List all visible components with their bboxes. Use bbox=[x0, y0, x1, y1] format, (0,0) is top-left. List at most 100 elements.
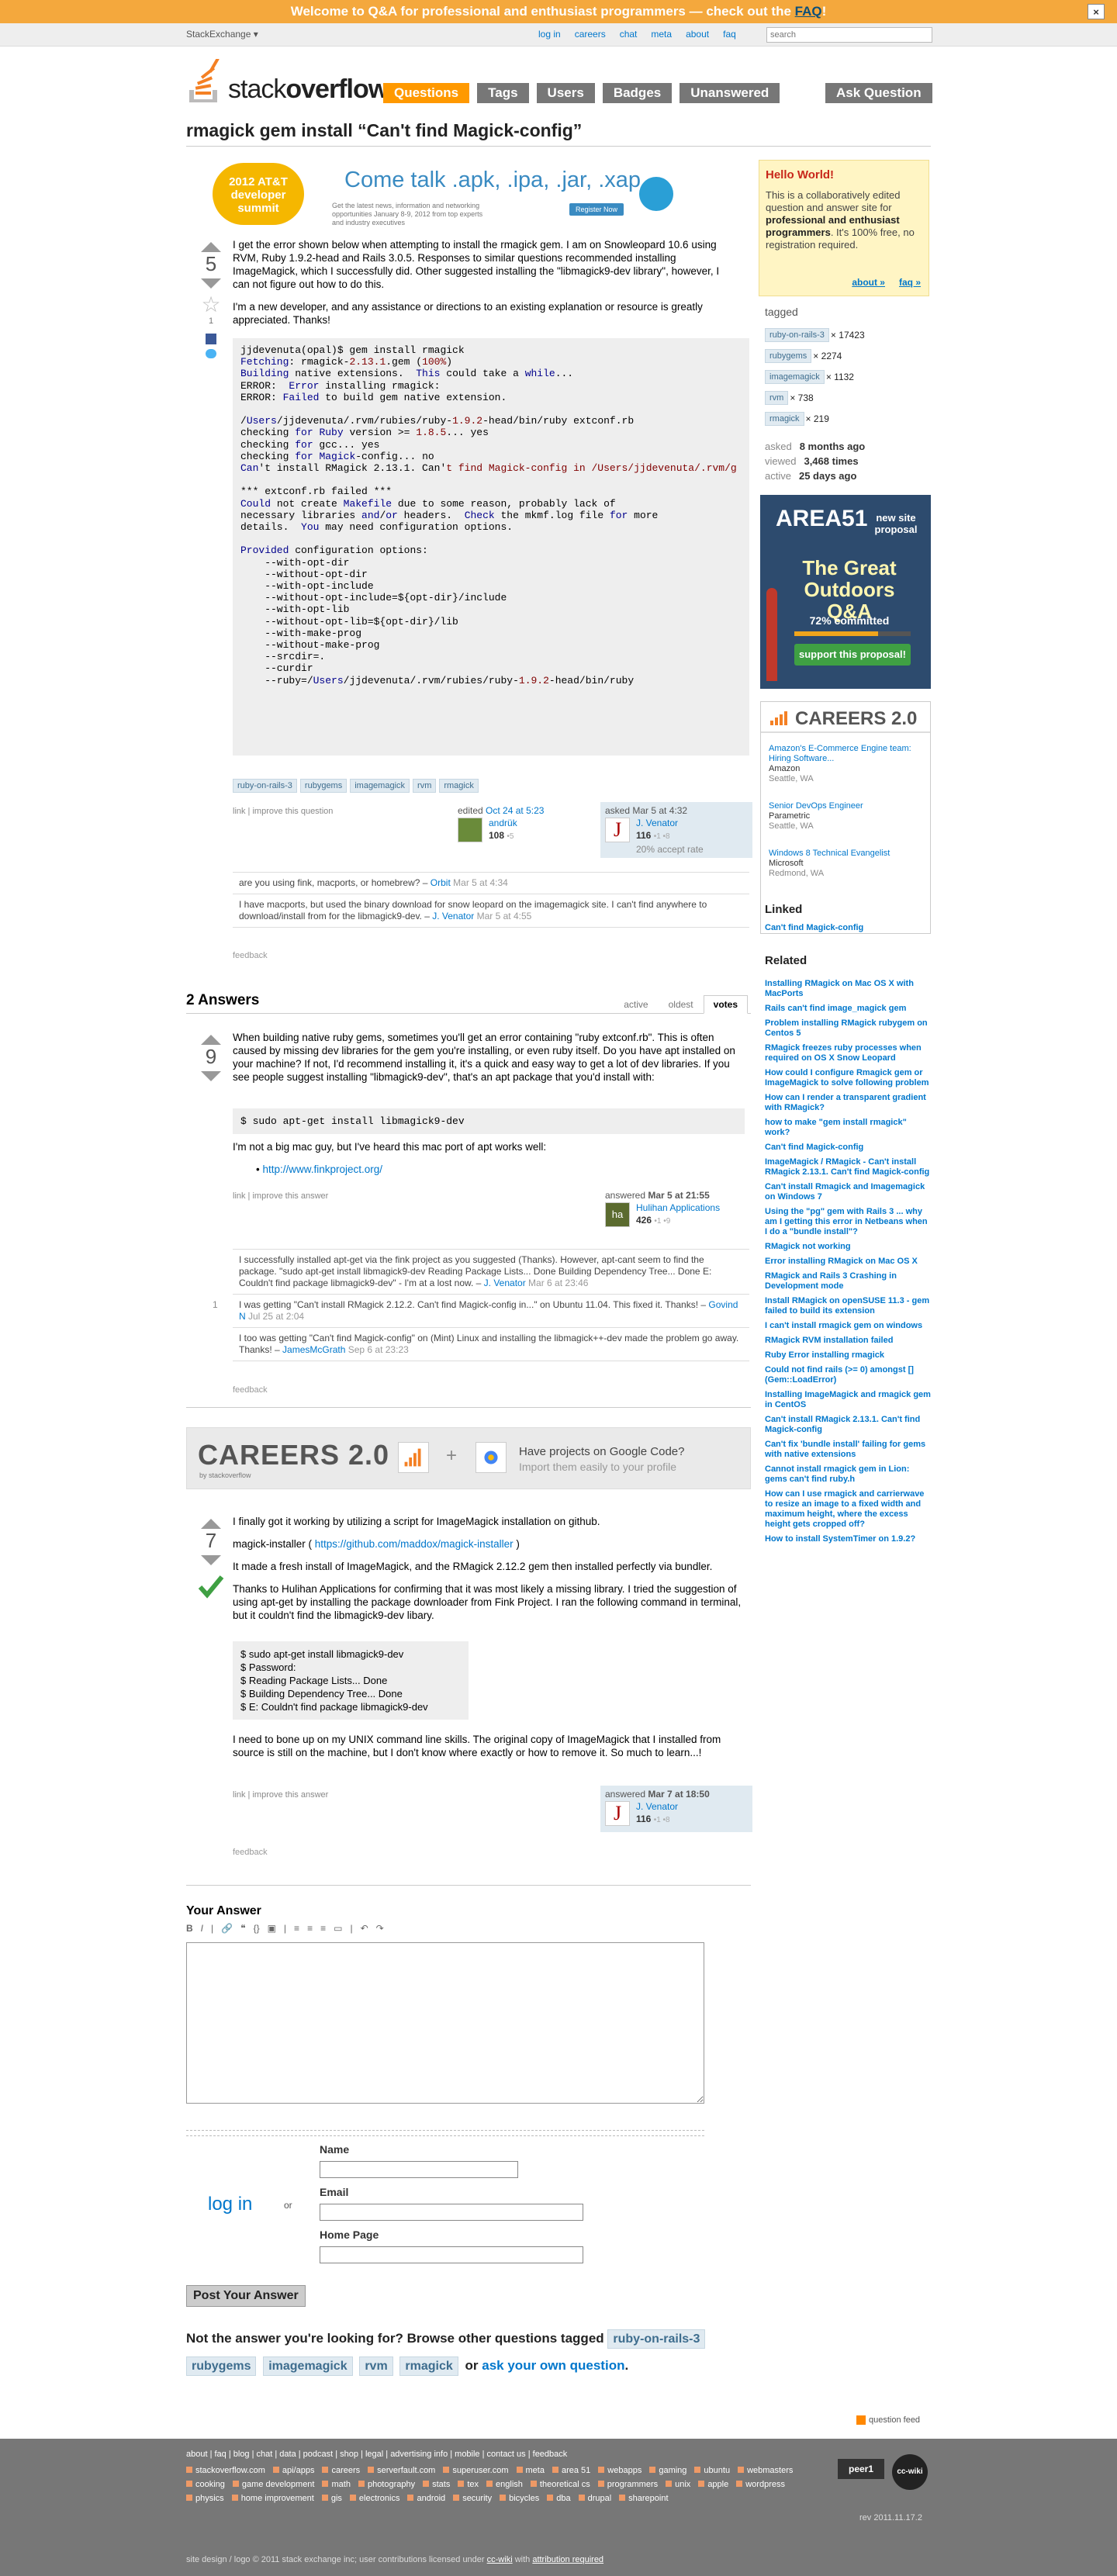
vote-down-icon[interactable] bbox=[201, 1555, 221, 1565]
related-question-link[interactable]: RMagick RVM installation failed bbox=[765, 1336, 931, 1346]
related-question-link[interactable]: ImageMagick / RMagick - Can't install RM… bbox=[765, 1157, 931, 1177]
related-question-link[interactable]: Can't find Magick-config bbox=[765, 1143, 931, 1153]
tag-rvm[interactable]: rvm bbox=[359, 2356, 393, 2376]
footer-site-name[interactable]: stats bbox=[432, 2480, 450, 2489]
footer-site-link[interactable]: tex bbox=[458, 2480, 479, 2489]
answer1-avatar[interactable]: ha bbox=[605, 1202, 630, 1227]
login-link[interactable]: log in bbox=[538, 29, 561, 40]
site-logo[interactable]: stackoverflow bbox=[186, 57, 389, 105]
edited-date[interactable]: Oct 24 at 5:23 bbox=[486, 805, 544, 816]
sidebar-tag[interactable]: imagemagick bbox=[765, 369, 825, 384]
related-question-link[interactable]: RMagick not working bbox=[765, 1242, 931, 1252]
footer-site-name[interactable]: photography bbox=[368, 2480, 415, 2489]
footer-site-name[interactable]: api/apps bbox=[282, 2466, 315, 2475]
footer-site-name[interactable]: programmers bbox=[607, 2480, 658, 2489]
answer2-feedback-link[interactable]: feedback bbox=[233, 1848, 268, 1857]
footer-site-link[interactable]: theoretical cs bbox=[530, 2480, 590, 2489]
footer-site-name[interactable]: unix bbox=[675, 2480, 690, 2489]
tag-imagemagick[interactable]: imagemagick bbox=[350, 779, 410, 793]
related-question-link[interactable]: Can't install Rmagick and Imagemagick on… bbox=[765, 1182, 931, 1202]
sidebar-tag[interactable]: rubygems bbox=[765, 348, 812, 363]
footer-site-link[interactable]: photography bbox=[358, 2480, 415, 2489]
owner-avatar[interactable]: J bbox=[605, 818, 630, 842]
tag-ruby-on-rails-3[interactable]: ruby-on-rails-3 bbox=[607, 2329, 706, 2349]
vote-down-icon[interactable] bbox=[201, 1071, 221, 1081]
notify-faq-link[interactable]: FAQ bbox=[795, 4, 822, 19]
question-title[interactable]: rmagick gem install “Can't find Magick-c… bbox=[186, 120, 582, 141]
footer-site-name[interactable]: bicycles bbox=[509, 2494, 539, 2503]
editor-resize-grip[interactable] bbox=[186, 2130, 704, 2136]
footer-site-name[interactable]: gaming bbox=[659, 2466, 686, 2475]
vote-up-icon[interactable] bbox=[201, 1035, 221, 1045]
redo-button[interactable]: ↷ bbox=[376, 1923, 384, 1934]
footer-site-link[interactable]: programmers bbox=[597, 2480, 658, 2489]
footer-site-name[interactable]: wordpress bbox=[745, 2480, 785, 2489]
footer-site-name[interactable]: drupal bbox=[588, 2494, 612, 2503]
footer-site-name[interactable]: tex bbox=[467, 2480, 479, 2489]
related-question-link[interactable]: Problem installing RMagick rubygem on Ce… bbox=[765, 1018, 931, 1039]
footer-site-name[interactable]: security bbox=[462, 2494, 492, 2503]
footer-site-name[interactable]: careers bbox=[331, 2466, 360, 2475]
post-answer-button[interactable]: Post Your Answer bbox=[186, 2285, 306, 2307]
owner-name[interactable]: J. Venator bbox=[636, 818, 678, 828]
footer-site-name[interactable]: english bbox=[496, 2480, 523, 2489]
footer-site-link[interactable]: apple bbox=[698, 2480, 728, 2489]
facebook-share-icon[interactable] bbox=[206, 334, 216, 344]
answer1-feedback-link[interactable]: feedback bbox=[233, 1385, 268, 1395]
quote-button[interactable]: ❝ bbox=[240, 1923, 245, 1934]
footer-site-link[interactable]: security bbox=[453, 2494, 492, 2503]
sidebar-tag[interactable]: ruby-on-rails-3 bbox=[765, 327, 829, 342]
sidebar-tag[interactable]: rvm bbox=[765, 390, 789, 405]
tag-rmagick[interactable]: rmagick bbox=[439, 779, 479, 793]
footer-site-link[interactable]: webapps bbox=[598, 2466, 641, 2475]
related-question-link[interactable]: How to install SystemTimer on 1.9.2? bbox=[765, 1534, 931, 1544]
related-question-link[interactable]: Using the "pg" gem with Rails 3 ... why … bbox=[765, 1207, 931, 1237]
login-link-large[interactable]: log in bbox=[208, 2194, 252, 2215]
editor-name[interactable]: andrük bbox=[489, 818, 517, 828]
email-field[interactable] bbox=[320, 2204, 583, 2221]
name-field[interactable] bbox=[320, 2161, 518, 2178]
ordered-list-button[interactable]: ≡ bbox=[294, 1923, 299, 1934]
footer-site-link[interactable]: gaming bbox=[649, 2466, 686, 2475]
footer-site-link[interactable]: ubuntu bbox=[694, 2466, 730, 2475]
tag-ruby-on-rails-3[interactable]: ruby-on-rails-3 bbox=[233, 779, 297, 793]
footer-site-link[interactable]: dba bbox=[547, 2494, 571, 2503]
linked-question-link[interactable]: Can't find Magick-config bbox=[765, 923, 863, 932]
related-question-link[interactable]: I can't install rmagick gem on windows bbox=[765, 1321, 931, 1331]
notify-close-button[interactable]: × bbox=[1088, 4, 1105, 19]
question-post-menu[interactable]: link | improve this question bbox=[233, 807, 333, 816]
image-button[interactable]: ▣ bbox=[268, 1923, 276, 1934]
tab-questions[interactable]: Questions bbox=[383, 83, 470, 103]
answer2-user[interactable]: J. Venator bbox=[636, 1801, 678, 1812]
faq-link[interactable]: faq bbox=[723, 29, 736, 40]
footer-site-name[interactable]: game development bbox=[242, 2480, 315, 2489]
comment-user[interactable]: J. Venator bbox=[432, 911, 474, 921]
related-question-link[interactable]: Installing RMagick on Mac OS X with MacP… bbox=[765, 979, 931, 999]
job-listing[interactable]: Amazon's E-Commerce Engine team: Hiring … bbox=[761, 733, 930, 787]
undo-button[interactable]: ↶ bbox=[361, 1923, 368, 1934]
footer-site-link[interactable]: area 51 bbox=[552, 2466, 590, 2475]
question-feed-text[interactable]: question feed bbox=[869, 2415, 920, 2425]
related-question-link[interactable]: Cannot install rmagick gem in Lion: gems… bbox=[765, 1464, 931, 1485]
area51-ad[interactable]: AREA51 new site proposal The Great Outdo… bbox=[760, 495, 931, 689]
footer-site-name[interactable]: home improvement bbox=[241, 2494, 314, 2503]
footer-site-name[interactable]: superuser.com bbox=[452, 2466, 508, 2475]
footer-site-name[interactable]: sharepoint bbox=[628, 2494, 668, 2503]
footer-site-name[interactable]: cooking bbox=[195, 2480, 225, 2489]
footer-site-link[interactable]: meta bbox=[516, 2466, 545, 2475]
footer-site-name[interactable]: physics bbox=[195, 2494, 224, 2503]
tab-badges[interactable]: Badges bbox=[602, 83, 673, 103]
comment-user[interactable]: J. Venator bbox=[484, 1278, 526, 1288]
job-title[interactable]: Windows 8 Technical Evangelist bbox=[769, 849, 922, 859]
footer-site-name[interactable]: electronics bbox=[359, 2494, 400, 2503]
cc-wiki-link[interactable]: cc-wiki bbox=[487, 2555, 513, 2564]
footer-site-name[interactable]: gis bbox=[331, 2494, 342, 2503]
related-question-link[interactable]: Can't install RMagick 2.13.1. Can't find… bbox=[765, 1415, 931, 1435]
footer-site-link[interactable]: stats bbox=[423, 2480, 450, 2489]
ask-question-button[interactable]: Ask Question bbox=[825, 83, 932, 103]
magick-installer-link[interactable]: https://github.com/maddox/magick-install… bbox=[315, 1538, 514, 1550]
vote-up-icon[interactable] bbox=[201, 242, 221, 252]
footer-site-link[interactable]: gis bbox=[321, 2494, 342, 2503]
careers-link[interactable]: careers bbox=[575, 29, 606, 40]
footer-site-name[interactable]: meta bbox=[526, 2466, 545, 2475]
